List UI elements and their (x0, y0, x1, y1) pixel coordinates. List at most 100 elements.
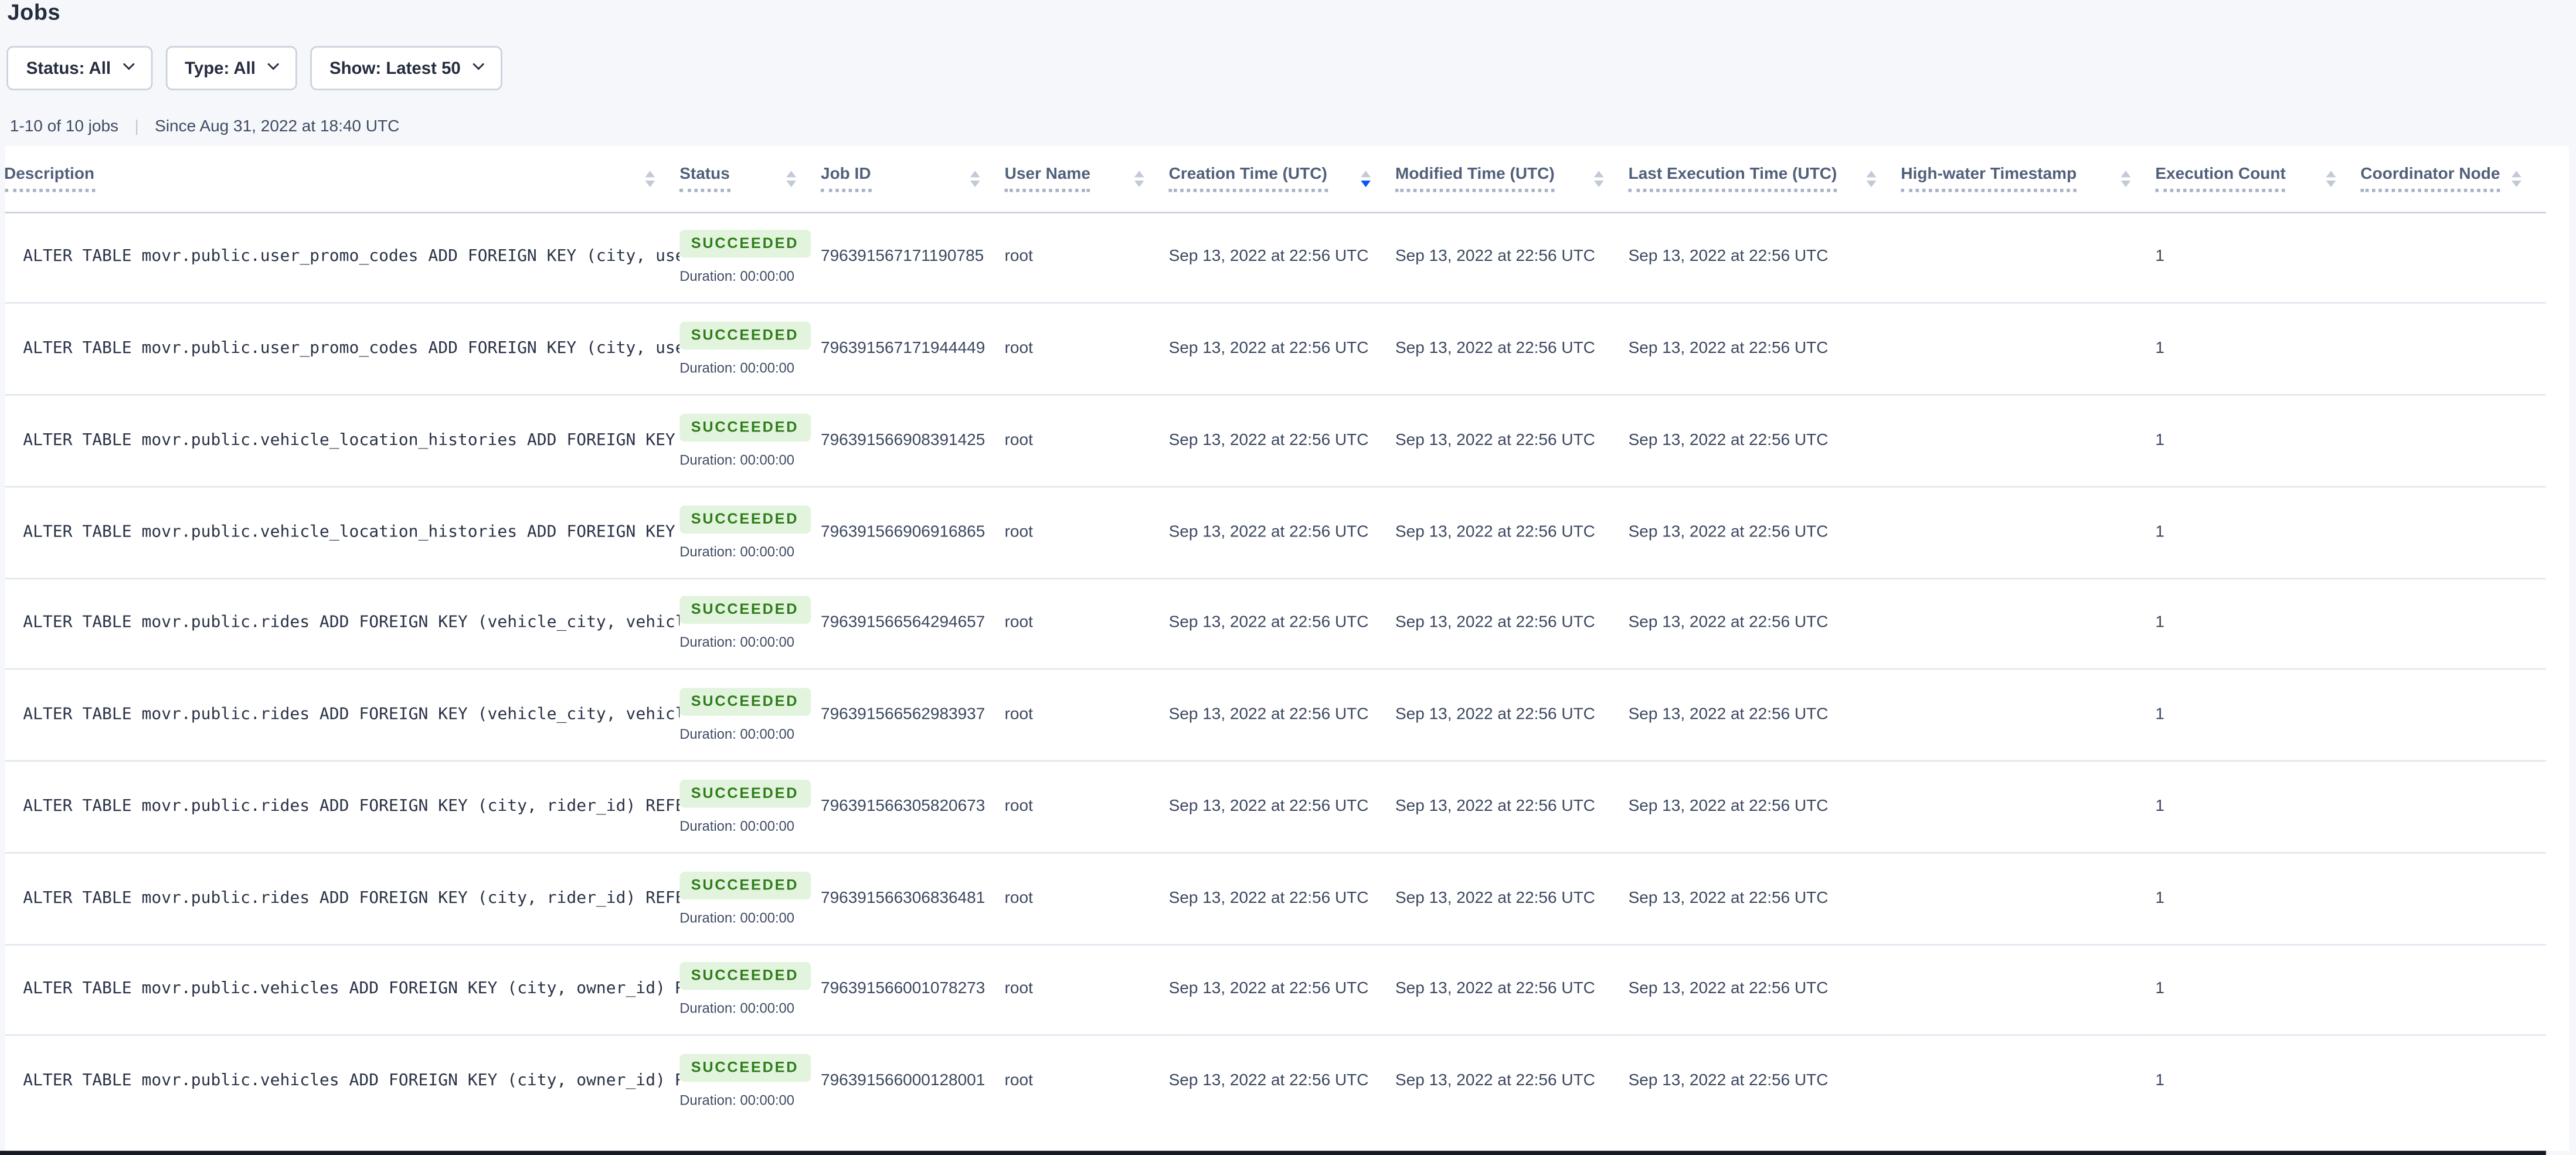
column-label: High-water Timestamp (1901, 165, 2077, 192)
column-header-description[interactable]: Description (4, 146, 679, 212)
column-header-last-execution-time[interactable]: Last Execution Time (UTC) (1629, 146, 1901, 212)
last-execution-time-cell: Sep 13, 2022 at 22:56 UTC (1629, 212, 1901, 303)
sort-arrows-icon (1867, 170, 1877, 187)
coordinator-node-cell (2360, 670, 2546, 761)
creation-time-cell: Sep 13, 2022 at 22:56 UTC (1169, 303, 1395, 395)
job-description-cell[interactable]: ALTER TABLE movr.public.vehicles ADD FOR… (4, 944, 679, 1035)
job-description-cell[interactable]: ALTER TABLE movr.public.rides ADD FOREIG… (4, 578, 679, 670)
last-execution-time-cell: Sep 13, 2022 at 22:56 UTC (1629, 761, 1901, 852)
modified-time-cell: Sep 13, 2022 at 22:56 UTC (1395, 761, 1629, 852)
coordinator-node-cell (2360, 212, 2546, 303)
job-status-cell: SUCCEEDEDDuration: 00:00:00 (679, 1035, 821, 1127)
job-status-cell: SUCCEEDEDDuration: 00:00:00 (679, 944, 821, 1035)
execution-count-cell: 1 (2155, 761, 2360, 852)
column-label: Last Execution Time (UTC) (1629, 165, 1837, 192)
table-row: ALTER TABLE movr.public.vehicles ADD FOR… (4, 1035, 2546, 1127)
jobs-page: Jobs Status: All Type: All Show: Latest … (0, 0, 2576, 1155)
job-description-cell[interactable]: ALTER TABLE movr.public.vehicle_location… (4, 487, 679, 578)
column-header-high-water[interactable]: High-water Timestamp (1901, 146, 2155, 212)
job-id-cell: 796391567171190785 (821, 212, 1005, 303)
job-id-cell: 796391566001078273 (821, 944, 1005, 1035)
high-water-cell (1901, 395, 2155, 486)
job-status-cell: SUCCEEDEDDuration: 00:00:00 (679, 670, 821, 761)
duration-text: Duration: 00:00:00 (679, 360, 821, 376)
column-label: Status (679, 165, 730, 192)
sort-arrows-icon (2326, 170, 2336, 187)
user-name-cell: root (1005, 852, 1169, 944)
type-filter-dropdown[interactable]: Type: All (165, 46, 296, 90)
job-status-cell: SUCCEEDEDDuration: 00:00:00 (679, 395, 821, 486)
chevron-down-icon (472, 59, 484, 70)
window-bottom-edge (0, 1151, 2546, 1155)
status-badge: SUCCEEDED (679, 871, 810, 899)
execution-count-cell: 1 (2155, 670, 2360, 761)
high-water-cell (1901, 1035, 2155, 1127)
coordinator-node-cell (2360, 761, 2546, 852)
job-description-cell[interactable]: ALTER TABLE movr.public.vehicles ADD FOR… (4, 1035, 679, 1127)
last-execution-time-cell: Sep 13, 2022 at 22:56 UTC (1629, 944, 1901, 1035)
results-separator: | (134, 117, 138, 135)
job-status-cell: SUCCEEDEDDuration: 00:00:00 (679, 212, 821, 303)
coordinator-node-cell (2360, 578, 2546, 670)
execution-count-cell: 1 (2155, 852, 2360, 944)
last-execution-time-cell: Sep 13, 2022 at 22:56 UTC (1629, 487, 1901, 578)
column-header-job-id[interactable]: Job ID (821, 146, 1005, 212)
duration-text: Duration: 00:00:00 (679, 268, 821, 284)
high-water-cell (1901, 761, 2155, 852)
job-description-cell[interactable]: ALTER TABLE movr.public.rides ADD FOREIG… (4, 761, 679, 852)
job-status-cell: SUCCEEDEDDuration: 00:00:00 (679, 761, 821, 852)
execution-count-cell: 1 (2155, 944, 2360, 1035)
user-name-cell: root (1005, 395, 1169, 486)
job-id-cell: 796391566306836481 (821, 852, 1005, 944)
duration-text: Duration: 00:00:00 (679, 451, 821, 468)
column-header-user-name[interactable]: User Name (1005, 146, 1169, 212)
creation-time-cell: Sep 13, 2022 at 22:56 UTC (1169, 944, 1395, 1035)
column-label: User Name (1005, 165, 1090, 192)
last-execution-time-cell: Sep 13, 2022 at 22:56 UTC (1629, 303, 1901, 395)
show-filter-dropdown[interactable]: Show: Latest 50 (310, 46, 501, 90)
creation-time-cell: Sep 13, 2022 at 22:56 UTC (1169, 761, 1395, 852)
duration-text: Duration: 00:00:00 (679, 726, 821, 742)
coordinator-node-cell (2360, 1035, 2546, 1127)
duration-text: Duration: 00:00:00 (679, 634, 821, 651)
high-water-cell (1901, 670, 2155, 761)
job-id-cell: 796391566906916865 (821, 487, 1005, 578)
high-water-cell (1901, 212, 2155, 303)
job-description-cell[interactable]: ALTER TABLE movr.public.rides ADD FOREIG… (4, 852, 679, 944)
column-header-execution-count[interactable]: Execution Count (2155, 146, 2360, 212)
filter-bar: Status: All Type: All Show: Latest 50 (6, 46, 502, 90)
coordinator-node-cell (2360, 944, 2546, 1035)
column-header-coordinator-node[interactable]: Coordinator Node (2360, 146, 2546, 212)
job-description-cell[interactable]: ALTER TABLE movr.public.user_promo_codes… (4, 303, 679, 395)
last-execution-time-cell: Sep 13, 2022 at 22:56 UTC (1629, 395, 1901, 486)
column-label: Coordinator Node (2360, 165, 2500, 192)
duration-text: Duration: 00:00:00 (679, 1000, 821, 1017)
creation-time-cell: Sep 13, 2022 at 22:56 UTC (1169, 1035, 1395, 1127)
creation-time-cell: Sep 13, 2022 at 22:56 UTC (1169, 487, 1395, 578)
job-description-cell[interactable]: ALTER TABLE movr.public.rides ADD FOREIG… (4, 670, 679, 761)
results-count: 1-10 of 10 jobs (10, 117, 118, 135)
type-filter-label: Type: All (185, 58, 256, 78)
high-water-cell (1901, 944, 2155, 1035)
column-label: Execution Count (2155, 165, 2285, 192)
user-name-cell: root (1005, 212, 1169, 303)
status-filter-dropdown[interactable]: Status: All (6, 46, 152, 90)
table-row: ALTER TABLE movr.public.vehicle_location… (4, 395, 2546, 486)
status-filter-label: Status: All (26, 58, 111, 78)
job-description-cell[interactable]: ALTER TABLE movr.public.vehicle_location… (4, 395, 679, 486)
column-header-creation-time[interactable]: Creation Time (UTC) (1169, 146, 1395, 212)
user-name-cell: root (1005, 578, 1169, 670)
job-id-cell: 796391566000128001 (821, 1035, 1005, 1127)
table-row: ALTER TABLE movr.public.rides ADD FOREIG… (4, 578, 2546, 670)
job-id-cell: 796391566908391425 (821, 395, 1005, 486)
column-header-status[interactable]: Status (679, 146, 821, 212)
job-id-cell: 796391566305820673 (821, 761, 1005, 852)
modified-time-cell: Sep 13, 2022 at 22:56 UTC (1395, 944, 1629, 1035)
modified-time-cell: Sep 13, 2022 at 22:56 UTC (1395, 303, 1629, 395)
job-description-cell[interactable]: ALTER TABLE movr.public.user_promo_codes… (4, 212, 679, 303)
column-header-modified-time[interactable]: Modified Time (UTC) (1395, 146, 1629, 212)
status-badge: SUCCEEDED (679, 322, 810, 350)
modified-time-cell: Sep 13, 2022 at 22:56 UTC (1395, 487, 1629, 578)
modified-time-cell: Sep 13, 2022 at 22:56 UTC (1395, 1035, 1629, 1127)
chevron-down-icon (267, 59, 278, 70)
